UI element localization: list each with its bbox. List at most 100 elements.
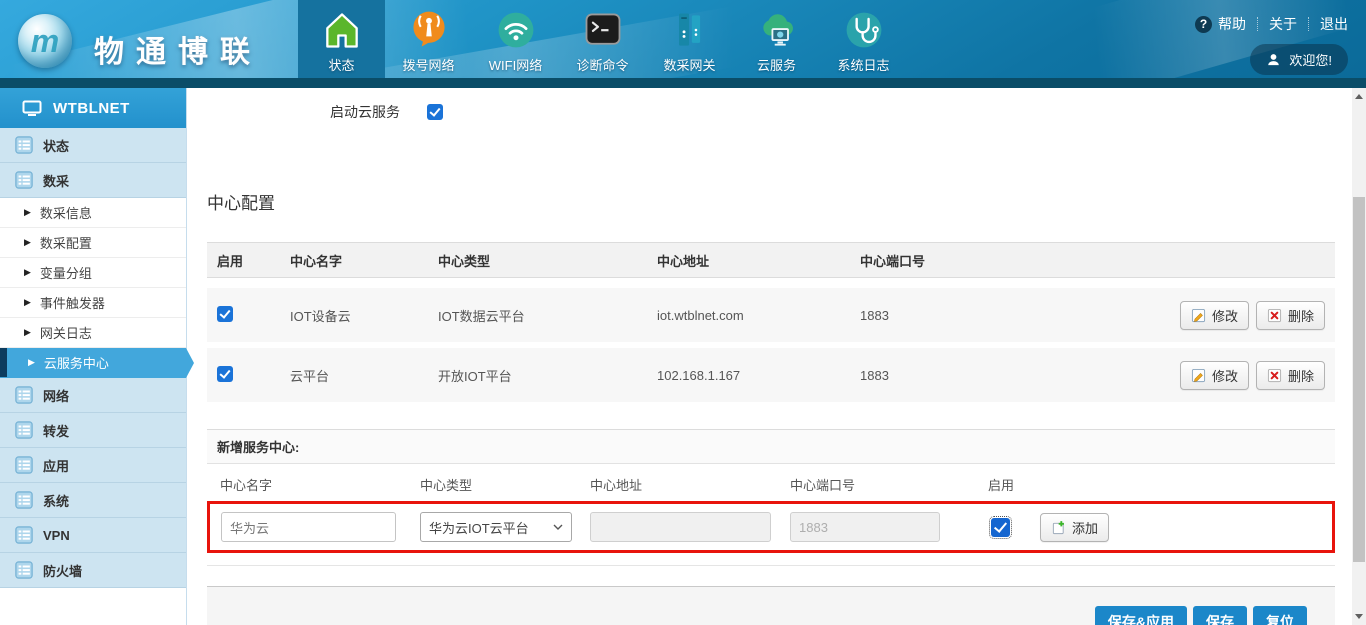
help-link[interactable]: ? 帮助 [1195, 14, 1246, 34]
dialup-icon [407, 8, 451, 52]
tab-system-log[interactable]: 系统日志 [820, 0, 907, 88]
sidebar-item-network[interactable]: 网络 [0, 378, 186, 413]
question-icon: ? [1195, 16, 1212, 33]
sidebar-item-event-trigger[interactable]: ▶ 事件触发器 [0, 288, 186, 318]
cloud-icon [755, 8, 799, 52]
stethoscope-icon [842, 8, 886, 52]
label-center-address: 中心地址 [590, 475, 790, 494]
add-page-icon [1051, 520, 1066, 535]
sidebar-item-label: 系统 [43, 491, 69, 510]
tab-label: 状态 [328, 55, 354, 74]
gateway-icon [668, 8, 712, 52]
sidebar-item-forwarding[interactable]: 转发 [0, 413, 186, 448]
sidebar-item-data-config[interactable]: ▶ 数采配置 [0, 228, 186, 258]
wifi-icon [494, 8, 538, 52]
main-content: 启动云服务 中心配置 启用 中心名字 中心类型 中心地址 中心端口号 IOT设备… [187, 88, 1352, 625]
scroll-up-arrow-icon[interactable] [1355, 94, 1363, 99]
sidebar-item-label: 应用 [43, 456, 69, 475]
add-enable-checkbox[interactable] [991, 518, 1010, 537]
divider [1308, 17, 1309, 31]
sidebar-item-data-collection[interactable]: 数采 [0, 163, 186, 198]
delete-button[interactable]: 删除 [1256, 301, 1325, 330]
brand-title: 物通博联 [94, 27, 262, 71]
annotation-highlight-box: 华为云IOT云平台 添加 [207, 501, 1335, 553]
terminal-icon [581, 8, 625, 52]
sidebar-item-gateway-log[interactable]: ▶ 网关日志 [0, 318, 186, 348]
user-icon [1266, 52, 1281, 67]
monitor-icon [22, 100, 42, 117]
tab-status[interactable]: 状态 [298, 0, 385, 88]
center-address-input[interactable] [590, 512, 771, 542]
delete-button[interactable]: 删除 [1256, 361, 1325, 390]
list-icon [15, 136, 33, 154]
sidebar-item-label: 云服务中心 [44, 353, 109, 372]
scrollbar-thumb[interactable] [1353, 197, 1365, 562]
page-title: 中心配置 [207, 189, 1335, 214]
center-type-select[interactable]: 华为云IOT云平台 [420, 512, 572, 542]
table-row: 云平台 开放IOT平台 102.168.1.167 1883 修改 删除 [207, 348, 1335, 402]
center-name-input[interactable] [221, 512, 396, 542]
enable-cloud-service-checkbox[interactable] [427, 104, 443, 120]
list-icon [15, 171, 33, 189]
brand-logo-icon [18, 14, 72, 68]
add-section-title: 新增服务中心: [207, 429, 1335, 464]
top-header: 物通博联 状态 拨号网络 [0, 0, 1366, 88]
scroll-down-arrow-icon[interactable] [1355, 614, 1363, 619]
sidebar-item-status[interactable]: 状态 [0, 128, 186, 163]
welcome-badge[interactable]: 欢迎您! [1250, 44, 1348, 75]
sidebar-item-label: 状态 [43, 136, 69, 155]
sidebar-item-label: 数采 [43, 171, 69, 190]
divider [1257, 17, 1258, 31]
header-bottom-strip [0, 78, 1366, 88]
cell-center-type: IOT数据云平台 [438, 306, 657, 325]
list-icon [15, 526, 33, 544]
sidebar-item-vpn[interactable]: VPN [0, 518, 186, 553]
label-center-port: 中心端口号 [790, 475, 988, 494]
add-button[interactable]: 添加 [1040, 513, 1109, 542]
triangle-icon: ▶ [28, 358, 35, 367]
sidebar-item-system[interactable]: 系统 [0, 483, 186, 518]
column-header-address: 中心地址 [657, 251, 860, 270]
center-port-input[interactable] [790, 512, 940, 542]
cell-center-name: 云平台 [290, 366, 438, 385]
sidebar-item-application[interactable]: 应用 [0, 448, 186, 483]
sidebar-item-label: 转发 [43, 421, 69, 440]
sidebar-item-label: 事件触发器 [40, 293, 105, 312]
divider [207, 565, 1335, 566]
tab-diagnostic-command[interactable]: 诊断命令 [559, 0, 646, 88]
tab-label: 云服务 [757, 55, 796, 74]
sidebar-title: WTBLNET [0, 88, 186, 128]
cell-center-type: 开放IOT平台 [438, 366, 657, 385]
home-icon [320, 8, 364, 52]
footer-buttons: 保存&应用 保存 复位 [1095, 606, 1307, 625]
list-icon [15, 421, 33, 439]
tab-cloud-service[interactable]: 云服务 [733, 0, 820, 88]
about-link[interactable]: 关于 [1269, 14, 1297, 34]
edit-button[interactable]: 修改 [1180, 361, 1249, 390]
list-icon [15, 456, 33, 474]
triangle-icon: ▶ [24, 298, 31, 307]
sidebar-item-firewall[interactable]: 防火墙 [0, 553, 186, 588]
row-enable-checkbox[interactable] [217, 366, 233, 382]
cell-center-address: iot.wtblnet.com [657, 308, 860, 323]
edit-pencil-icon [1191, 368, 1206, 383]
sidebar-item-variable-group[interactable]: ▶ 变量分组 [0, 258, 186, 288]
save-and-apply-button[interactable]: 保存&应用 [1095, 606, 1187, 625]
sidebar-item-cloud-service-center[interactable]: ▶ 云服务中心 [0, 348, 186, 378]
sidebar-item-data-info[interactable]: ▶ 数采信息 [0, 198, 186, 228]
tab-wifi-network[interactable]: WIFI网络 [472, 0, 559, 88]
logout-link[interactable]: 退出 [1320, 14, 1348, 34]
sidebar-item-label: 网络 [43, 386, 69, 405]
tab-dialup-network[interactable]: 拨号网络 [385, 0, 472, 88]
save-button[interactable]: 保存 [1193, 606, 1247, 625]
vertical-scrollbar[interactable] [1352, 88, 1366, 625]
row-enable-checkbox[interactable] [217, 306, 233, 322]
table-row: IOT设备云 IOT数据云平台 iot.wtblnet.com 1883 修改 … [207, 288, 1335, 342]
edit-button[interactable]: 修改 [1180, 301, 1249, 330]
reset-button[interactable]: 复位 [1253, 606, 1307, 625]
tab-data-gateway[interactable]: 数采网关 [646, 0, 733, 88]
sidebar-item-label: 数采配置 [40, 233, 92, 252]
triangle-icon: ▶ [24, 208, 31, 217]
column-header-port: 中心端口号 [860, 251, 1145, 270]
triangle-icon: ▶ [24, 328, 31, 337]
